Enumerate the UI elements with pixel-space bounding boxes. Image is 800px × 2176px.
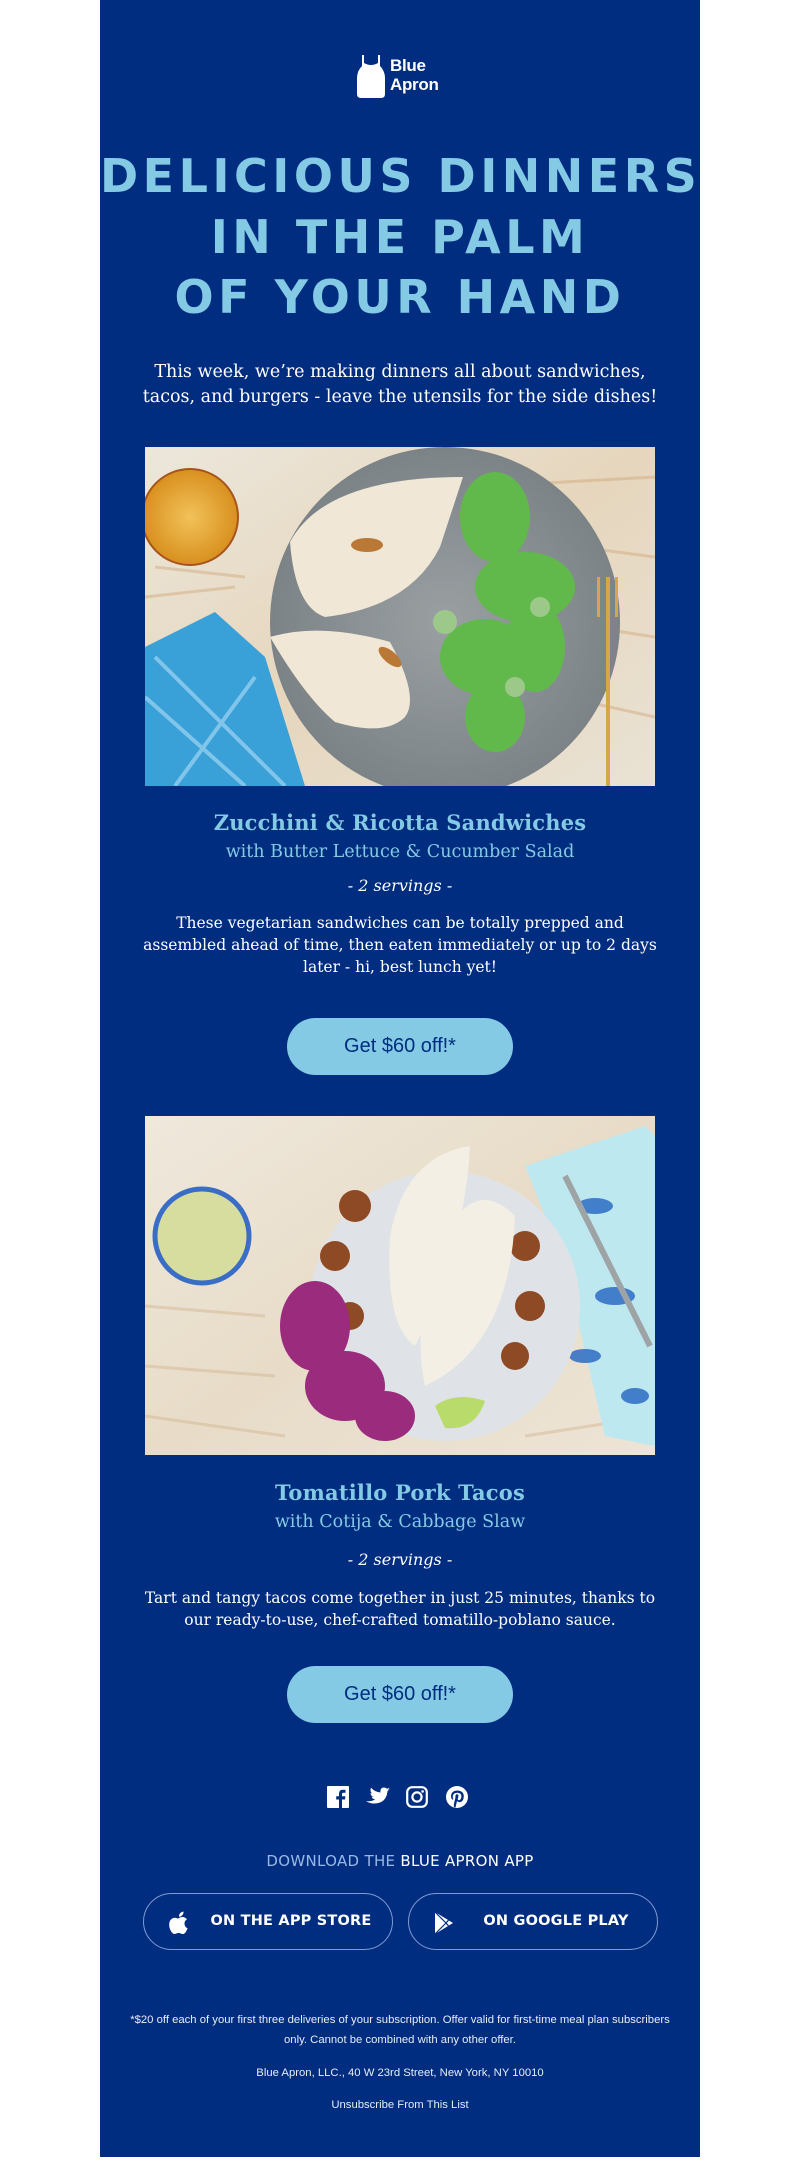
pinterest-icon[interactable] [446, 1786, 468, 1808]
logo-word-blue: Blue [390, 56, 426, 75]
recipe-1-subtitle: with Butter Lettuce & Cucumber Salad [225, 842, 575, 862]
google-play-button[interactable]: ON GOOGLE PLAY [408, 1893, 658, 1950]
download-app-name: BLUE APRON APP [400, 1852, 534, 1870]
recipe-1-title[interactable]: Zucchini & Ricotta Sandwiches [100, 810, 700, 835]
recipe-2-subtitle: with Cotija & Cabbage Slaw [274, 1512, 526, 1532]
google-play-label: ON GOOGLE PLAY [483, 1913, 629, 1929]
headline-line-3: OF YOUR HAND [174, 270, 626, 324]
unsubscribe-link[interactable]: Unsubscribe From This List [331, 2099, 468, 2111]
headline-line-2: IN THE PALM [210, 209, 590, 264]
email-body: Blue Apron DELICIOUS DINNERS IN THE PALM… [100, 0, 700, 2157]
apron-icon [357, 55, 385, 98]
recipe-1-photo[interactable] [145, 447, 655, 786]
logo-wordmark: Blue Apron [390, 56, 439, 94]
company-address: Blue Apron, LLC., 40 W 23rd Street, New … [256, 2067, 544, 2079]
recipe-1-servings: - 2 servings - [347, 876, 453, 895]
apple-icon [169, 1911, 188, 1934]
recipe-2-get-offer-button[interactable]: Get $60 off!* [287, 1666, 513, 1723]
facebook-icon[interactable] [327, 1786, 349, 1808]
recipe-2-title[interactable]: Tomatillo Pork Tacos [100, 1480, 700, 1505]
instagram-icon[interactable] [406, 1786, 428, 1808]
blue-apron-logo[interactable]: Blue Apron [357, 54, 447, 98]
recipe-2-servings: - 2 servings - [347, 1550, 453, 1569]
headline: DELICIOUS DINNERS IN THE PALM OF YOUR HA… [100, 146, 700, 328]
recipe-1-description: These vegetarian sandwiches can be total… [143, 914, 657, 976]
download-app-heading: DOWNLOAD THE BLUE APRON APP [100, 1852, 700, 1870]
headline-line-1: DELICIOUS DINNERS [100, 149, 702, 203]
app-store-label: ON THE APP STORE [210, 1913, 372, 1929]
tacos-photo-illustration [145, 1116, 655, 1455]
recipe-1-get-offer-button[interactable]: Get $60 off!* [287, 1018, 513, 1075]
offer-disclaimer: *$20 off each of your first three delive… [130, 2014, 670, 2046]
recipe-2-description: Tart and tangy tacos come together in ju… [144, 1589, 656, 1629]
download-prefix: DOWNLOAD THE [266, 1852, 401, 1870]
app-store-button[interactable]: ON THE APP STORE [143, 1893, 393, 1950]
intro-text: This week, we’re making dinners all abou… [142, 362, 658, 407]
logo-word-apron: Apron [390, 75, 439, 94]
recipe-2-photo[interactable] [145, 1116, 655, 1455]
social-links [100, 1786, 700, 1810]
google-play-icon [434, 1911, 453, 1935]
twitter-icon[interactable] [366, 1786, 390, 1808]
sandwich-photo-illustration [145, 447, 655, 786]
